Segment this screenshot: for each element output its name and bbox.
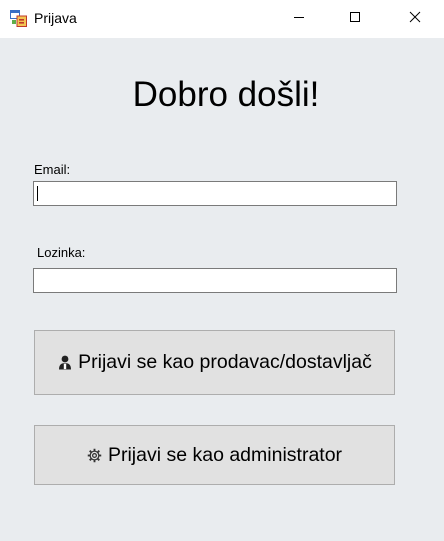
email-field[interactable]	[33, 181, 397, 206]
login-admin-button[interactable]: Prijavi se kao administrator	[34, 425, 395, 485]
title-bar[interactable]: Prijava	[0, 0, 444, 38]
user-icon	[57, 355, 73, 371]
login-seller-label: Prijavi se kao prodavac/dostavljač	[78, 351, 372, 373]
form-icon	[10, 10, 27, 27]
password-label: Lozinka:	[37, 245, 86, 260]
login-seller-button[interactable]: Prijavi se kao prodavac/dostavljač	[34, 330, 395, 395]
login-admin-label: Prijavi se kao administrator	[107, 443, 343, 466]
login-window: Prijava Dobro došli! Email: Lozinka: Pri…	[0, 0, 444, 541]
welcome-heading: Dobro došli!	[132, 75, 320, 114]
window-title: Prijava	[34, 10, 77, 26]
minimize-icon	[293, 10, 305, 28]
text-caret	[37, 186, 38, 201]
minimize-button[interactable]	[270, 0, 328, 38]
maximize-icon	[349, 10, 361, 28]
close-button[interactable]	[386, 0, 444, 38]
email-label: Email:	[34, 162, 71, 177]
gear-icon	[87, 447, 103, 463]
password-field[interactable]	[33, 268, 397, 293]
close-icon	[409, 10, 421, 28]
maximize-button[interactable]	[326, 0, 384, 38]
